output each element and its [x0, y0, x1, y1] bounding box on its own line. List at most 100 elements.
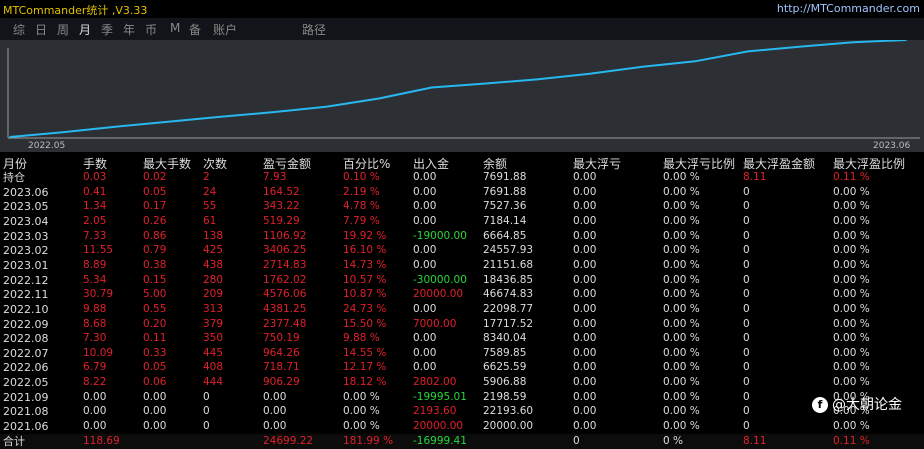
cell-max-lots: 0.11	[143, 332, 167, 345]
cell-max-lots: 0.05	[143, 185, 167, 198]
cell-deposit: 20000.00	[413, 288, 464, 301]
cell-deposit: 2802.00	[413, 376, 457, 389]
tab-m[interactable]: M	[170, 21, 180, 35]
cell-max-float-profit-pct: 0.00 %	[833, 273, 870, 286]
table-row[interactable]: 2023.03 7.33 0.86 138 1106.92 19.92 % -19000.0…	[0, 229, 924, 244]
tab-bar: 综日周月季年币 M 备账户 路径	[0, 18, 924, 40]
cell-percent: 7.79 %	[343, 214, 380, 227]
cell-percent: 2.19 %	[343, 185, 380, 198]
cell-max-float-loss: 0.00	[573, 346, 597, 359]
cell-max-float-loss: 0.00	[573, 200, 597, 213]
cell-max-float-profit: 0	[743, 229, 750, 242]
cell-max-lots: 0.79	[143, 244, 167, 257]
table-row[interactable]: 2023.02 11.55 0.79 425 3406.25 16.10 % 0.00 245…	[0, 243, 924, 258]
cell-max-lots: 0.86	[143, 229, 167, 242]
table-row[interactable]: 2023.06 0.41 0.05 24 164.52 2.19 % 0.00 7691.88…	[0, 185, 924, 200]
tab-currency[interactable]: 币	[145, 21, 157, 38]
cell-max-float-loss-pct: 0.00 %	[663, 258, 700, 271]
cell-lots: 8.22	[83, 376, 107, 389]
cell-lots: 5.34	[83, 273, 107, 286]
tab-year[interactable]: 年	[123, 21, 135, 38]
equity-point	[483, 82, 486, 85]
site-link[interactable]: http://MTCommander.com	[777, 2, 920, 15]
table-row[interactable]: 2022.06 6.79 0.05 408 718.71 12.17 % 0.00 6625.…	[0, 360, 924, 375]
cell-month: 2022.10	[3, 302, 49, 316]
cell-profit: 718.71	[263, 361, 300, 374]
footer-max-float-loss-pct: 0 %	[663, 434, 683, 447]
cell-balance: 8340.04	[483, 332, 527, 345]
table-row[interactable]: 2023.04 2.05 0.26 61 519.29 7.79 % 0.00 7184.14…	[0, 214, 924, 229]
tab-path[interactable]: 路径	[302, 21, 326, 38]
table-row[interactable]: 2023.05 1.34 0.17 55 343.22 4.78 % 0.00 7527.36…	[0, 199, 924, 214]
cell-max-float-loss-pct: 0.00 %	[663, 376, 700, 389]
table-row[interactable]: 2021.08 0.00 0.00 0 0.00 0.00 % 2193.60 22193.6…	[0, 404, 924, 419]
cell-profit: 2714.83	[263, 258, 307, 271]
cell-max-float-loss-pct: 0.00 %	[663, 273, 700, 286]
cell-deposit: 0.00	[413, 346, 437, 359]
cell-max-float-profit: 0	[743, 346, 750, 359]
cell-max-float-loss: 0.00	[573, 288, 597, 301]
app-title: MTCommander统计 ,V3.33	[3, 4, 148, 17]
tab-day[interactable]: 日	[35, 21, 47, 38]
table-row[interactable]: 2022.08 7.30 0.11 350 750.19 9.88 % 0.00 8340.0…	[0, 331, 924, 346]
cell-trades: 313	[203, 302, 224, 315]
cell-trades: 350	[203, 332, 224, 345]
cell-profit: 519.29	[263, 214, 300, 227]
table-row[interactable]: 2022.05 8.22 0.06 444 906.29 18.12 % 2802.00 59…	[0, 375, 924, 390]
cell-deposit: 0.00	[413, 214, 437, 227]
tab-notes[interactable]: 备	[189, 21, 201, 38]
cell-profit: 750.19	[263, 332, 300, 345]
cell-max-float-profit-pct: 0.00 %	[833, 361, 870, 374]
table-row[interactable]: 2022.07 10.09 0.33 445 964.26 14.55 % 0.00 7589…	[0, 346, 924, 361]
table-row[interactable]: 2022.11 30.79 5.00 209 4576.06 10.87 % 20000.0…	[0, 287, 924, 302]
cell-month: 2023.05	[3, 200, 49, 214]
tab-month[interactable]: 月	[79, 21, 91, 38]
cell-lots: 10.09	[83, 346, 114, 359]
table-row[interactable]: 持仓 0.03 0.02 2 7.93 0.10 % 0.00 7691.88 0.00 0.00…	[0, 170, 924, 185]
cell-profit: 2377.48	[263, 317, 307, 330]
cell-balance: 18436.85	[483, 273, 534, 286]
cell-max-float-loss-pct: 0.00 %	[663, 302, 700, 315]
tab-composite[interactable]: 综	[13, 21, 25, 38]
cell-max-float-profit-pct: 0.00 %	[833, 317, 870, 330]
cell-max-float-loss: 0.00	[573, 376, 597, 389]
cell-max-float-loss-pct: 0.00 %	[663, 288, 700, 301]
equity-point	[114, 125, 117, 128]
cell-percent: 14.73 %	[343, 258, 387, 271]
cell-trades: 379	[203, 317, 224, 330]
cell-deposit: -19000.00	[413, 229, 467, 242]
table-row[interactable]: 2023.01 8.89 0.38 438 2714.83 14.73 % 0.00 2115…	[0, 258, 924, 273]
cell-max-float-loss: 0.00	[573, 361, 597, 374]
cell-max-float-profit-pct: 0.00 %	[833, 346, 870, 359]
table-row[interactable]: 2022.10 9.88 0.55 313 4381.25 24.73 % 0.00 2209…	[0, 302, 924, 317]
cell-month: 2021.06	[3, 420, 49, 434]
equity-point	[430, 86, 433, 89]
equity-point	[641, 66, 644, 68]
title-bar: MTCommander统计 ,V3.33 http://MTCommander.…	[0, 0, 924, 18]
cell-max-lots: 0.17	[143, 200, 167, 213]
tab-account[interactable]: 账户	[213, 21, 237, 38]
cell-max-lots: 0.02	[143, 171, 167, 183]
cell-balance: 46674.83	[483, 288, 534, 301]
cell-max-float-loss: 0.00	[573, 214, 597, 227]
cell-balance: 7184.14	[483, 214, 527, 227]
cell-max-float-profit-pct: 0.00 %	[833, 288, 870, 301]
cell-profit: 4576.06	[263, 288, 307, 301]
table-row[interactable]: 2021.06 0.00 0.00 0 0.00 0.00 % 20000.00 20000.…	[0, 419, 924, 434]
cell-deposit: 0.00	[413, 171, 437, 183]
equity-point	[747, 50, 749, 53]
equity-point	[378, 97, 380, 100]
cell-deposit: 0.00	[413, 185, 437, 198]
cell-max-float-loss: 0.00	[573, 229, 597, 242]
cell-max-float-loss: 0.00	[573, 244, 597, 257]
table-row[interactable]: 2021.09 0.00 0.00 0 0.00 0.00 % -19995.01 2198.…	[0, 390, 924, 405]
cell-max-float-profit: 0	[743, 258, 750, 271]
tab-week[interactable]: 周	[57, 21, 69, 38]
cell-max-lots: 0.15	[143, 273, 167, 286]
table-row[interactable]: 2022.09 8.68 0.20 379 2377.48 15.50 % 7000.00 1…	[0, 317, 924, 332]
tab-quarter[interactable]: 季	[101, 21, 113, 38]
cell-max-lots: 0.20	[143, 317, 167, 330]
cell-month: 2022.06	[3, 361, 49, 375]
cell-max-float-profit-pct: 0.00 %	[833, 185, 870, 198]
table-row[interactable]: 2022.12 5.34 0.15 280 1762.02 10.57 % -30000.0…	[0, 273, 924, 288]
